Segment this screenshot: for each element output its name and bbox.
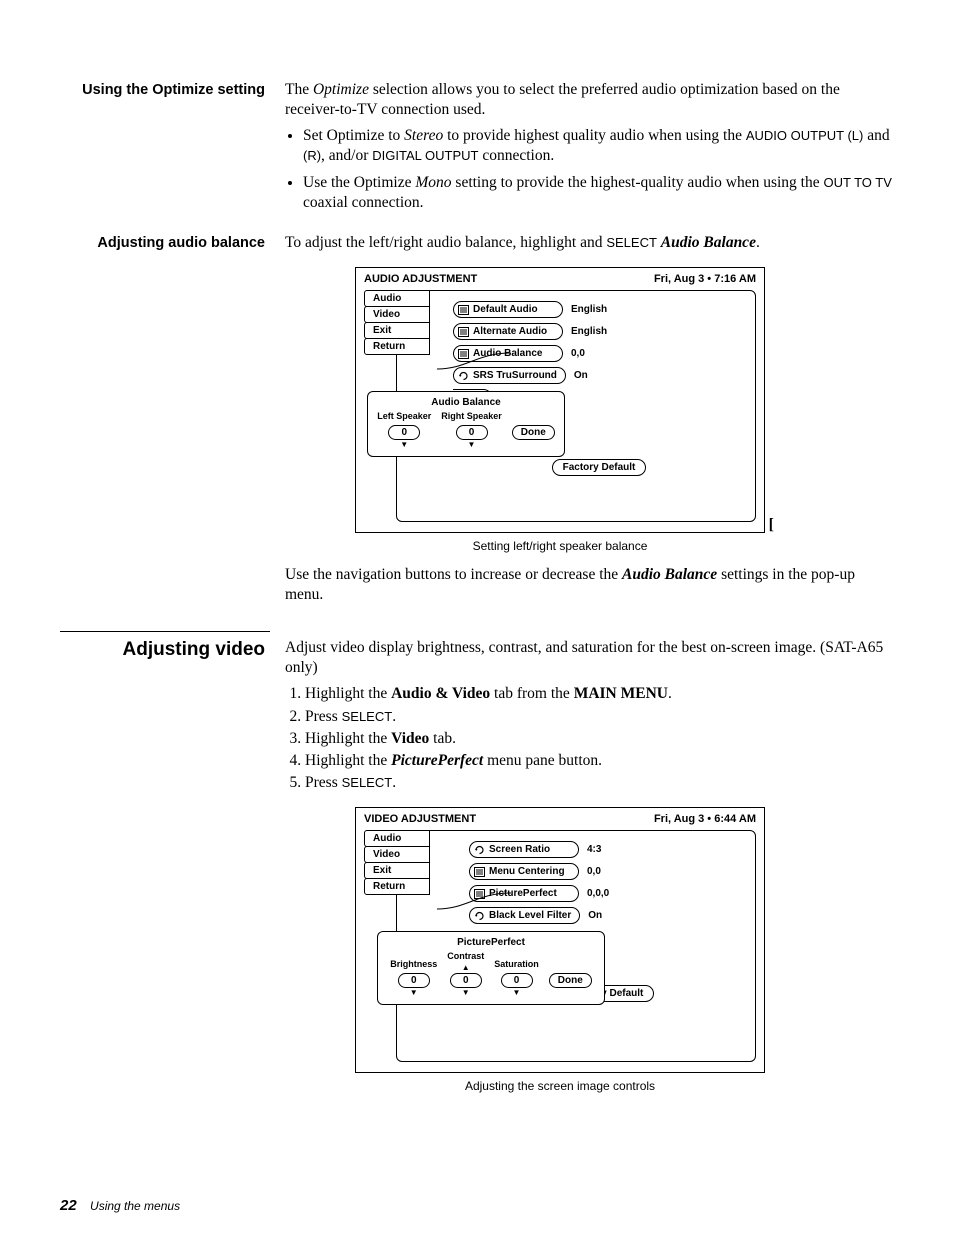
list-icon bbox=[458, 327, 469, 337]
chevron-down-icon: ▼ bbox=[462, 990, 470, 996]
opt-screen-ratio[interactable]: Screen Ratio bbox=[469, 841, 579, 858]
chevron-down-icon: ▼ bbox=[468, 442, 476, 448]
list-icon bbox=[458, 349, 469, 359]
cycle-icon bbox=[474, 845, 485, 855]
osd-tabs: Audio Video Exit Return bbox=[364, 830, 430, 894]
popup-contrast[interactable]: Contrast ▲ 0 ▼ bbox=[447, 951, 484, 996]
osd-video: VIDEO ADJUSTMENT Fri, Aug 3 • 6:44 AM Au… bbox=[355, 807, 765, 1073]
opt-picture-perfect[interactable]: PicturePerfect bbox=[469, 885, 579, 902]
page-footer: 22 Using the menus bbox=[60, 1196, 180, 1216]
opt-srs[interactable]: SRS TruSurround bbox=[453, 367, 566, 384]
section-adjusting-video: Adjusting video Adjust video display bri… bbox=[60, 638, 894, 1103]
osd-pane: Default AudioEnglish Alternate AudioEngl… bbox=[396, 290, 756, 522]
chevron-down-icon: ▼ bbox=[410, 990, 418, 996]
page-number: 22 bbox=[60, 1197, 77, 1214]
osd-title: VIDEO ADJUSTMENT bbox=[364, 812, 476, 826]
section-rule bbox=[60, 631, 270, 632]
opt-menu-centering[interactable]: Menu Centering bbox=[469, 863, 579, 880]
tab-video[interactable]: Video bbox=[364, 846, 430, 863]
opt-audio-balance[interactable]: Audio Balance bbox=[453, 345, 563, 362]
section-audio-balance: Adjusting audio balance To adjust the le… bbox=[60, 233, 894, 605]
done-button[interactable]: Done bbox=[512, 425, 555, 440]
chevron-down-icon: ▼ bbox=[513, 990, 521, 996]
cycle-icon bbox=[474, 911, 485, 921]
body-optimize: The Optimize selection allows you to sel… bbox=[285, 80, 894, 219]
list-icon bbox=[474, 889, 485, 899]
list-icon bbox=[474, 867, 485, 877]
tab-exit[interactable]: Exit bbox=[364, 322, 430, 339]
tab-return[interactable]: Return bbox=[364, 878, 430, 895]
opt-default-audio[interactable]: Default Audio bbox=[453, 301, 563, 318]
popup-right-speaker[interactable]: Right Speaker 0 ▼ bbox=[441, 411, 502, 448]
tab-exit[interactable]: Exit bbox=[364, 862, 430, 879]
bracket-mark: [ bbox=[769, 515, 774, 536]
done-button[interactable]: Done bbox=[549, 973, 592, 988]
figure-audio-adjustment: AUDIO ADJUSTMENT Fri, Aug 3 • 7:16 AM Au… bbox=[355, 267, 894, 555]
popup-brightness[interactable]: Brightness 0 ▼ bbox=[390, 959, 437, 996]
side-heading-audio-balance: Adjusting audio balance bbox=[97, 235, 265, 251]
popup-saturation[interactable]: Saturation 0 ▼ bbox=[494, 959, 539, 996]
figure-caption: Adjusting the screen image controls bbox=[355, 1079, 765, 1095]
osd-title: AUDIO ADJUSTMENT bbox=[364, 272, 477, 286]
popup-picture-perfect: PicturePerfect Brightness 0 ▼ Contrast ▲… bbox=[377, 931, 605, 1005]
main-heading-video: Adjusting video bbox=[123, 639, 266, 660]
chevron-up-icon: ▲ bbox=[462, 965, 470, 971]
popup-left-speaker[interactable]: Left Speaker 0 ▼ bbox=[377, 411, 431, 448]
factory-default-button[interactable]: Factory Default bbox=[552, 459, 647, 476]
side-heading-optimize: Using the Optimize setting bbox=[82, 82, 265, 98]
osd-timestamp: Fri, Aug 3 • 6:44 AM bbox=[654, 812, 756, 826]
tab-audio[interactable]: Audio bbox=[364, 830, 430, 847]
cycle-icon bbox=[458, 371, 469, 381]
section-optimize: Using the Optimize setting The Optimize … bbox=[60, 80, 894, 219]
tab-return[interactable]: Return bbox=[364, 338, 430, 355]
osd-tabs: Audio Video Exit Return bbox=[364, 290, 430, 354]
footer-title: Using the menus bbox=[90, 1199, 180, 1213]
list-icon bbox=[458, 305, 469, 315]
popup-audio-balance: Audio Balance Left Speaker 0 ▼ Right Spe… bbox=[367, 391, 565, 457]
osd-timestamp: Fri, Aug 3 • 7:16 AM bbox=[654, 272, 756, 286]
figure-video-adjustment: VIDEO ADJUSTMENT Fri, Aug 3 • 6:44 AM Au… bbox=[355, 807, 894, 1095]
opt-alternate-audio[interactable]: Alternate Audio bbox=[453, 323, 563, 340]
video-steps: Highlight the Audio & Video tab from the… bbox=[305, 684, 894, 793]
chevron-down-icon: ▼ bbox=[400, 442, 408, 448]
osd-audio: AUDIO ADJUSTMENT Fri, Aug 3 • 7:16 AM Au… bbox=[355, 267, 765, 533]
osd-pane: Screen Ratio4:3 Menu Centering0,0 Pictur… bbox=[396, 830, 756, 1062]
figure-caption: Setting left/right speaker balance bbox=[355, 539, 765, 555]
opt-black-level[interactable]: Black Level Filter bbox=[469, 907, 580, 924]
optimize-bullets: Set Optimize to Stereo to provide highes… bbox=[303, 126, 894, 213]
tab-audio[interactable]: Audio bbox=[364, 290, 430, 307]
tab-video[interactable]: Video bbox=[364, 306, 430, 323]
